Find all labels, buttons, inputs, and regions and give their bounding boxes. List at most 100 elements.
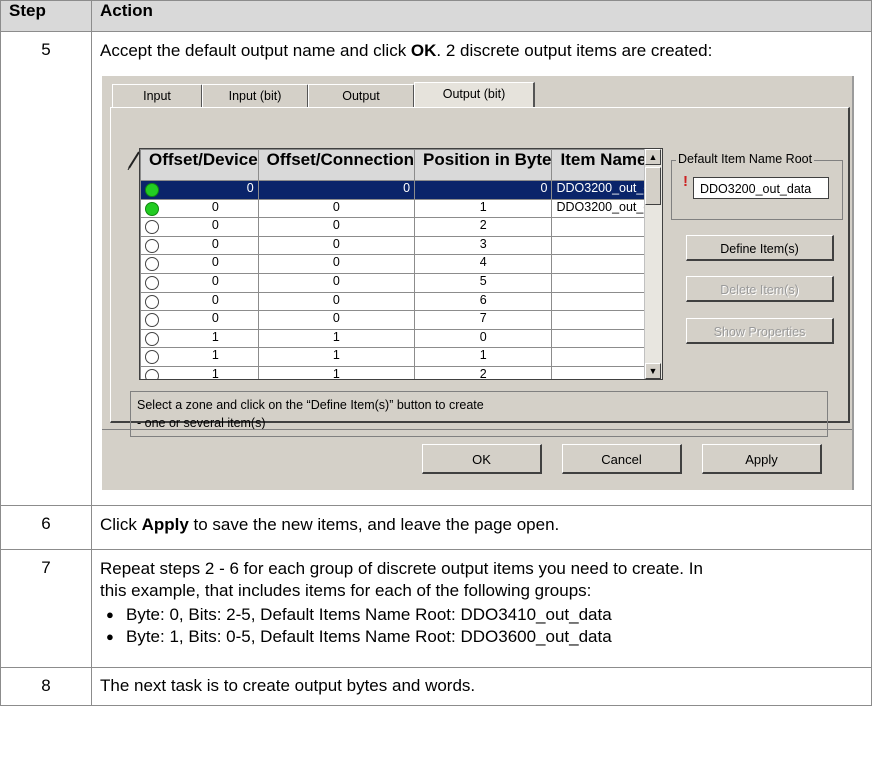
cell-position[interactable]: 5 [414,272,553,293]
cell-position[interactable]: 0 [414,328,553,349]
cell-text: 0 [332,255,340,270]
tab-output[interactable]: Output [308,84,415,107]
scroll-thumb[interactable] [645,167,661,205]
cell-position[interactable]: 7 [414,310,553,330]
step-row-6: 6 Click Apply to save the new items, and… [0,505,872,550]
ok-emphasis: OK [410,41,437,60]
cell-text: 0 [479,329,487,344]
cell-text: 0 [246,181,254,195]
cell-offset-connection[interactable]: 1 [257,347,416,367]
cell-text: 1 [479,348,487,363]
cell-text: 0 [332,273,340,288]
instruction-text: . 2 discrete output items are created: [436,41,713,60]
define-items-button[interactable]: Define Item(s) [686,235,834,261]
instruction-text: to save the new items, and leave the pag… [188,515,560,534]
cell-text: 4 [479,255,487,270]
grid-body: 000DDO3200_out_data_QX0001DDO3200_out_da… [140,180,662,380]
col-offset-device[interactable]: Offset/Device [140,149,259,181]
cell-offset-device[interactable]: 1 [140,365,259,379]
cancel-button[interactable]: Cancel [562,444,682,474]
cell-text: 5 [479,273,487,288]
cell-offset-device[interactable]: 0 [140,180,259,200]
table-row[interactable]: 1 1 2 [140,365,662,380]
cell-offset-device[interactable]: 1 [140,328,259,349]
table-row[interactable]: 001DDO3200_out_data_QX1 [140,198,662,219]
table-row[interactable]: 0 0 4 [140,254,662,274]
tab-input[interactable]: Input [112,84,203,107]
items-table: Offset/Device Offset/Connection Position… [140,149,662,380]
cell-text: 0 [332,236,340,251]
cell-offset-connection[interactable]: 0 [257,254,416,274]
cell-text: 0 [211,311,219,326]
step-action: Click Apply to save the new items, and l… [91,505,872,550]
cell-position[interactable]: 3 [414,235,553,256]
cell-text: 0 [211,273,219,288]
cell-offset-connection[interactable]: 0 [257,180,416,200]
cell-offset-connection[interactable]: 0 [257,235,416,256]
steps-table: Step Action 5 Accept the default output … [0,0,872,706]
cell-text: 2 [479,366,487,380]
cell-text: 6 [479,292,487,307]
tab-output-bit[interactable]: Output (bit) [414,82,535,107]
cell-offset-connection[interactable]: 0 [257,310,416,330]
apply-button[interactable]: Apply [702,444,822,474]
cell-offset-connection[interactable]: 1 [257,365,416,380]
cell-text: 1 [332,366,340,380]
cell-position[interactable]: 2 [414,217,553,237]
cell-offset-connection[interactable]: 0 [257,198,416,219]
items-grid[interactable]: Offset/Device Offset/Connection Position… [139,148,663,380]
status-led-off-icon [145,331,159,346]
table-row[interactable]: 0 0 3 [140,235,662,256]
cell-offset-device[interactable]: 1 [140,347,259,367]
cell-position[interactable]: 6 [414,291,553,312]
scroll-down-icon[interactable]: ▼ [645,363,661,379]
cell-position[interactable]: 0 [414,180,553,200]
cell-position[interactable]: 4 [414,254,553,274]
cell-position[interactable]: 2 [414,365,553,380]
cell-offset-connection[interactable]: 0 [257,291,416,312]
cell-offset-connection[interactable]: 1 [257,328,416,349]
cell-text: 0 [332,218,340,233]
table-row[interactable]: 0 0 5 [140,272,662,293]
hint-box: Select a zone and click on the “Define I… [130,391,828,437]
cell-offset-device[interactable]: 0 [140,235,259,256]
col-position-in-byte[interactable]: Position in Byte [414,149,553,181]
cell-offset-device[interactable]: 0 [140,217,259,237]
table-row[interactable]: 000DDO3200_out_data_QX0 [140,180,662,200]
show-properties-button[interactable]: Show Properties [686,318,834,344]
table-row[interactable]: 1 1 0 [140,328,662,349]
status-led-off-icon [145,257,159,272]
col-offset-connection[interactable]: Offset/Connection [257,149,416,181]
cell-text: 3 [479,236,487,251]
cell-position[interactable]: 1 [414,198,553,219]
cell-offset-device[interactable]: 0 [140,198,259,219]
table-row[interactable]: 0 0 7 [140,310,662,330]
step6-instruction: Click Apply to save the new items, and l… [100,514,863,536]
cell-offset-device[interactable]: 0 [140,272,259,293]
vertical-scrollbar[interactable]: ▲ ▼ [644,149,662,379]
cell-offset-connection[interactable]: 0 [257,272,416,293]
list-item: Byte: 1, Bits: 0-5, Default Items Name R… [106,626,863,648]
tab-input-bit[interactable]: Input (bit) [202,84,309,107]
scroll-up-icon[interactable]: ▲ [645,149,661,165]
cell-text: 1 [211,329,219,344]
warning-icon: ! [683,173,688,190]
table-row[interactable]: 1 1 1 [140,347,662,367]
ok-button[interactable]: OK [422,444,542,474]
table-row[interactable]: 0 0 2 [140,217,662,237]
cell-offset-device[interactable]: 0 [140,310,259,330]
delete-items-button[interactable]: Delete Item(s) [686,276,834,302]
cell-offset-device[interactable]: 0 [140,291,259,312]
status-led-off-icon [145,220,159,235]
cell-text: 1 [332,348,340,363]
list-item: Byte: 0, Bits: 2-5, Default Items Name R… [106,604,863,626]
header-row: Step Action [0,0,872,32]
table-row[interactable]: 0 0 6 [140,291,662,312]
cell-offset-device[interactable]: 0 [140,254,259,274]
status-led-on-icon [145,183,159,197]
status-led-off-icon [145,368,159,379]
cell-offset-connection[interactable]: 0 [257,217,416,237]
default-name-input[interactable]: DDO3200_out_data [693,177,829,199]
cell-position[interactable]: 1 [414,347,553,367]
cell-text: 0 [332,311,340,326]
